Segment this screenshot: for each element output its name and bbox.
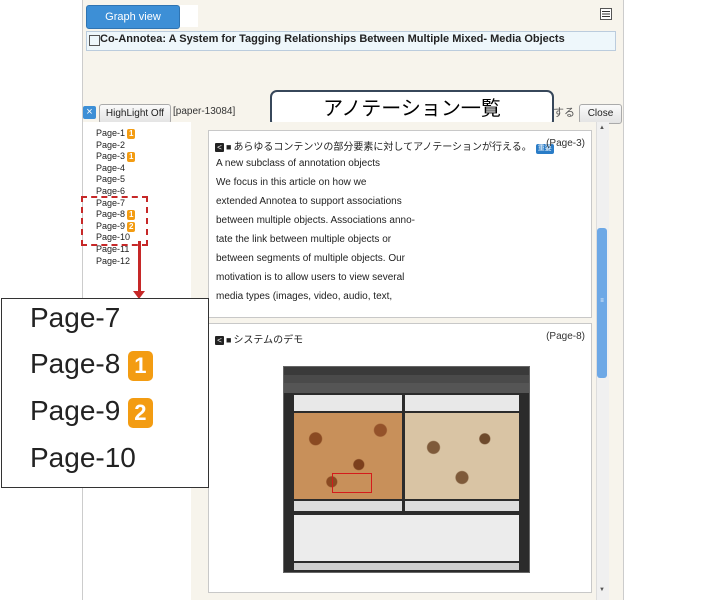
list-view-icon[interactable]: [600, 8, 612, 20]
back-icon: <: [215, 143, 224, 152]
comment-icon: ■: [226, 142, 232, 152]
annotation-text-line: tate the link between multiple objects o…: [216, 234, 392, 245]
annotation-text-line: motivation is to allow users to view sev…: [216, 272, 405, 283]
demo-toolbar: [284, 383, 529, 393]
zoom-page-label: Page-8: [30, 348, 121, 379]
page-nav-item[interactable]: Page-11: [96, 128, 136, 139]
page-nav-label: Page-1: [96, 128, 126, 138]
annotation-text-line: extended Annotea to support associations: [216, 196, 402, 207]
annotation-page-ref[interactable]: (Page-3): [546, 138, 585, 149]
demo-pane-header: [294, 395, 402, 411]
demo-tissue-image-right: [405, 413, 519, 499]
graph-view-button[interactable]: Graph view: [86, 5, 180, 29]
page-nav-label: Page-4: [96, 162, 126, 173]
demo-screenshot-image: [283, 366, 530, 573]
annotation-heading-text: あらゆるコンテンツの部分要素に対してアノテーションが行える。: [233, 142, 532, 153]
comment-icon: ■: [226, 335, 232, 345]
annotation-count-badge: 1: [127, 152, 136, 163]
page-nav-item[interactable]: Page-6: [96, 186, 125, 196]
zoom-page-item: Page-10: [30, 442, 136, 474]
close-button[interactable]: Close: [579, 104, 622, 124]
paper-id: [paper-13084]: [173, 106, 236, 117]
annotation-text-line: We focus in this article on how we: [216, 177, 367, 188]
scroll-down-icon[interactable]: ▼: [597, 586, 607, 595]
annotation-text-line: media types (images, video, audio, text,: [216, 291, 393, 302]
page-nav-label: Page-5: [96, 174, 126, 185]
demo-pane-header: [405, 395, 519, 411]
annotation-text-line: between multiple objects. Associations a…: [216, 215, 416, 226]
demo-menubar: [284, 375, 529, 383]
highlight-toggle-button[interactable]: HighLight Off: [99, 104, 171, 124]
zoom-page-label: Page-9: [30, 395, 121, 426]
scroll-up-icon[interactable]: ▲: [597, 124, 607, 133]
graph-view-button-spacer: [180, 5, 198, 27]
zoom-count-badge: 1: [128, 350, 153, 381]
page-nav-label: Page-12: [96, 255, 131, 266]
zoom-page-item: Page-7: [30, 302, 120, 334]
zoom-page-item: Page-8 1: [30, 348, 153, 381]
callout-arrow-line: [138, 241, 141, 293]
annotation-text-line: A new subclass of annotation objects: [216, 158, 380, 169]
zoom-page-item: Page-9 2: [30, 395, 153, 428]
annotation-text-line: between segments of multiple objects. Ou…: [216, 253, 405, 264]
annotation-card: < ■ あらゆるコンテンツの部分要素に対してアノテーションが行える。 重要 (Page…: [208, 130, 592, 318]
page-nav-label: Page-6: [96, 186, 126, 196]
demo-chat-panel: [294, 515, 519, 561]
close-x-button[interactable]: ×: [83, 106, 96, 119]
annotation-heading-text: システムのデモ: [233, 335, 304, 346]
demo-titlebar: [284, 367, 529, 375]
zoom-page-label: Page-10: [30, 442, 136, 473]
demo-pane-toolbar: [405, 501, 519, 511]
annotation-heading[interactable]: < ■ システムのデモ: [215, 331, 303, 346]
highlight-dashed-box: [81, 196, 148, 246]
page-nav-item[interactable]: Page-5: [96, 174, 125, 184]
demo-tabbar: [294, 563, 519, 570]
back-icon: <: [215, 336, 224, 345]
page-nav-item[interactable]: Page-12: [96, 256, 130, 266]
page-nav-item[interactable]: Page-3 1: [96, 151, 136, 163]
page-nav-item[interactable]: Page-2: [96, 140, 125, 150]
annotation-count-badge: 1: [127, 129, 136, 139]
page-nav-label: Page-3: [96, 151, 126, 162]
page-nav-label: Page-2: [96, 139, 126, 150]
page-nav-item[interactable]: Page-4: [96, 163, 125, 173]
demo-selection-rect: [332, 473, 372, 493]
annotation-heading[interactable]: < ■ あらゆるコンテンツの部分要素に対してアノテーションが行える。 重要: [215, 138, 554, 154]
zoom-count-badge: 2: [128, 397, 153, 428]
paper-title: Co-Annotea: A System for Tagging Relatio…: [100, 33, 565, 45]
annotation-page-ref[interactable]: (Page-8): [546, 331, 585, 342]
grip-icon: ≡: [600, 298, 604, 304]
document-icon: [89, 35, 100, 46]
zoom-page-label: Page-7: [30, 302, 121, 333]
demo-pane-toolbar: [294, 501, 402, 511]
partial-label: する: [553, 107, 575, 119]
